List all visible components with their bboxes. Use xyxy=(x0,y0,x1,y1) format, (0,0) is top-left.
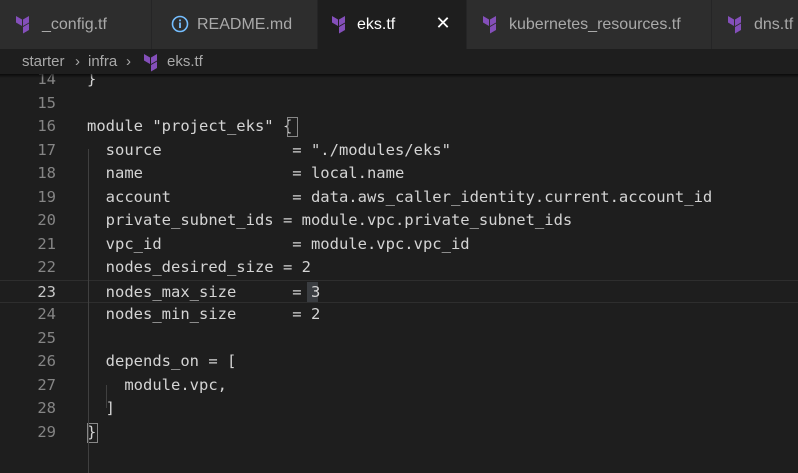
tab-readme-md[interactable]: README.md xyxy=(152,0,318,49)
line-number: 29 xyxy=(37,422,56,441)
code-line[interactable]: 23 nodes_max_size = 3 xyxy=(0,279,798,303)
code-text: module "project_eks" { xyxy=(87,117,293,135)
code-text: nodes_min_size = 2 xyxy=(87,305,321,323)
code-line[interactable]: 19 account = data.aws_caller_identity.cu… xyxy=(0,186,798,210)
code-text: source = "./modules/eks" xyxy=(87,140,451,159)
code-editor[interactable]: 14} 15 16 module "project_eks" {17 source =… xyxy=(0,68,798,473)
line-number: 22 xyxy=(37,258,56,276)
code-text: ] xyxy=(87,399,115,417)
code-text: account = data.aws_caller_identity.curre… xyxy=(87,187,713,206)
line-number: 15 xyxy=(37,93,56,112)
code-line[interactable]: 25 xyxy=(0,327,798,351)
line-number: 27 xyxy=(37,375,56,394)
terraform-icon xyxy=(332,16,345,34)
breadcrumb-shadow xyxy=(0,74,798,78)
code-line[interactable]: 15 xyxy=(0,92,798,116)
breadcrumb-item-eks-tf[interactable]: eks.tf xyxy=(167,52,203,72)
line-number: 23 xyxy=(37,282,56,301)
line-number: 25 xyxy=(37,328,56,347)
line-number: 28 xyxy=(37,399,56,417)
editor-tab-bar: _config.tf README.md eks.tf ✕ kubernetes… xyxy=(0,0,798,49)
code-line[interactable]: 22 nodes_desired_size = 2 xyxy=(0,256,798,280)
line-number: 26 xyxy=(37,352,56,370)
code-line[interactable]: 21 vpc_id = module.vpc.vpc_id xyxy=(0,233,798,257)
code-text: vpc_id = module.vpc.vpc_id xyxy=(87,234,470,253)
indent-guide xyxy=(88,149,89,473)
breadcrumb-item-infra[interactable]: infra xyxy=(88,52,117,72)
code-line[interactable]: 28 ] xyxy=(0,397,798,421)
indent-guide xyxy=(106,385,107,408)
tab-config-tf[interactable]: _config.tf xyxy=(0,0,152,49)
terraform-icon xyxy=(144,54,157,72)
breadcrumb: starter › infra › eks.tf xyxy=(0,49,798,74)
code-line[interactable]: 27 module.vpc, xyxy=(0,374,798,398)
bracket-match-highlight xyxy=(287,117,298,137)
code-line[interactable]: 18 name = local.name xyxy=(0,162,798,186)
code-text: nodes_desired_size = 2 xyxy=(87,258,311,276)
code-text: module.vpc, xyxy=(87,375,227,394)
code-line[interactable]: 16 module "project_eks" { xyxy=(0,115,798,139)
close-icon[interactable]: ✕ xyxy=(431,11,455,35)
breadcrumb-item-starter[interactable]: starter xyxy=(22,52,65,72)
line-number: 21 xyxy=(37,234,56,253)
code-line[interactable]: 24 nodes_min_size = 2 xyxy=(0,303,798,327)
line-number: 24 xyxy=(37,305,56,323)
tab-label: README.md xyxy=(197,16,293,33)
tab-label: _config.tf xyxy=(42,16,107,33)
tab-eks-tf[interactable]: eks.tf ✕ xyxy=(318,0,467,49)
code-line[interactable]: 26 depends_on = [ xyxy=(0,350,798,374)
chevron-right-icon: › xyxy=(75,53,80,70)
chevron-right-icon: › xyxy=(126,53,131,70)
line-number: 16 xyxy=(37,117,56,135)
terraform-icon xyxy=(483,16,496,34)
tab-dns-tf[interactable]: dns.tf xyxy=(712,0,798,49)
terraform-icon xyxy=(16,16,29,34)
line-number: 17 xyxy=(37,140,56,159)
line-number: 20 xyxy=(37,211,56,229)
tab-label: kubernetes_resources.tf xyxy=(509,16,681,33)
code-text: nodes_max_size = 3 xyxy=(87,282,321,301)
info-icon xyxy=(171,15,189,33)
line-number: 19 xyxy=(37,187,56,206)
tab-label: dns.tf xyxy=(754,16,794,33)
tab-kubernetes-resources-tf[interactable]: kubernetes_resources.tf xyxy=(467,0,712,49)
code-line[interactable]: 20 private_subnet_ids = module.vpc.priva… xyxy=(0,209,798,233)
code-line[interactable]: 17 source = "./modules/eks" xyxy=(0,139,798,163)
code-line[interactable]: 29} xyxy=(0,421,798,445)
terraform-icon xyxy=(728,16,741,34)
line-number: 18 xyxy=(37,164,56,182)
code-text: private_subnet_ids = module.vpc.private_… xyxy=(87,211,573,229)
code-text: name = local.name xyxy=(87,164,405,182)
code-text: depends_on = [ xyxy=(87,352,237,370)
tab-label: eks.tf xyxy=(357,16,396,33)
